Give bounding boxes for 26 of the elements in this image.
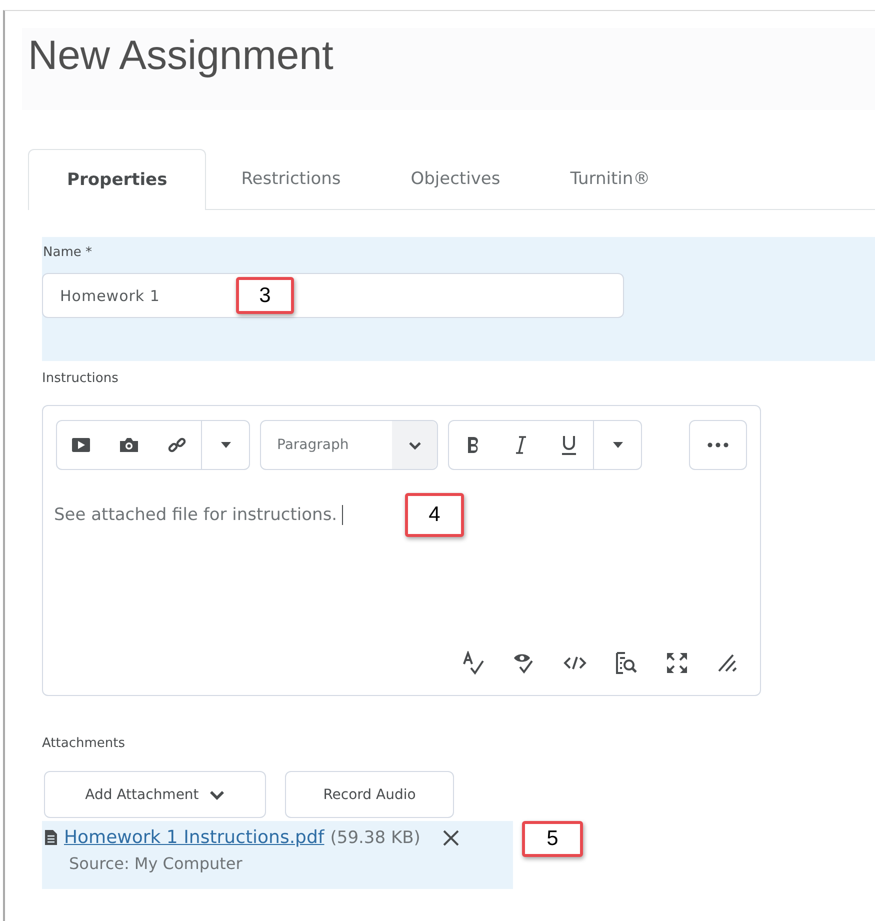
format-dropdown[interactable]: Paragraph: [260, 420, 438, 470]
page-title: New Assignment: [28, 31, 334, 79]
fullscreen-icon[interactable]: [665, 651, 689, 675]
chevron-down-icon: [408, 440, 422, 450]
field-label: Attachments: [42, 736, 126, 751]
file-size: (59.38 KB): [330, 828, 420, 848]
file-link[interactable]: Homework 1 Instructions.pdf: [64, 827, 324, 848]
field-label: Instructions: [42, 371, 120, 386]
callout-number: 3: [236, 277, 294, 314]
rich-text-editor[interactable]: Paragraph See attached file for instructions. 4: [42, 405, 761, 696]
callout-number: 4: [405, 493, 464, 537]
file-source: Source: My Computer: [69, 854, 244, 873]
spellcheck-icon[interactable]: [461, 651, 485, 675]
add-attachment-button[interactable]: Add Attachment: [44, 771, 266, 818]
record-audio-button[interactable]: Record Audio: [285, 771, 454, 818]
preview-search-icon[interactable]: [614, 651, 638, 675]
editor-text: See attached file for instructions.: [54, 505, 338, 525]
tab[interactable]: Turnitin®: [535, 149, 686, 210]
text-cursor: [342, 505, 344, 525]
field-label: Name *: [42, 245, 93, 260]
tab[interactable]: Restrictions: [206, 149, 376, 210]
tab[interactable]: Objectives: [376, 149, 536, 210]
chevron-down-icon: [208, 790, 225, 800]
close-icon[interactable]: [442, 828, 460, 846]
tab[interactable]: Properties: [28, 149, 206, 210]
callout-number: 5: [522, 821, 583, 857]
